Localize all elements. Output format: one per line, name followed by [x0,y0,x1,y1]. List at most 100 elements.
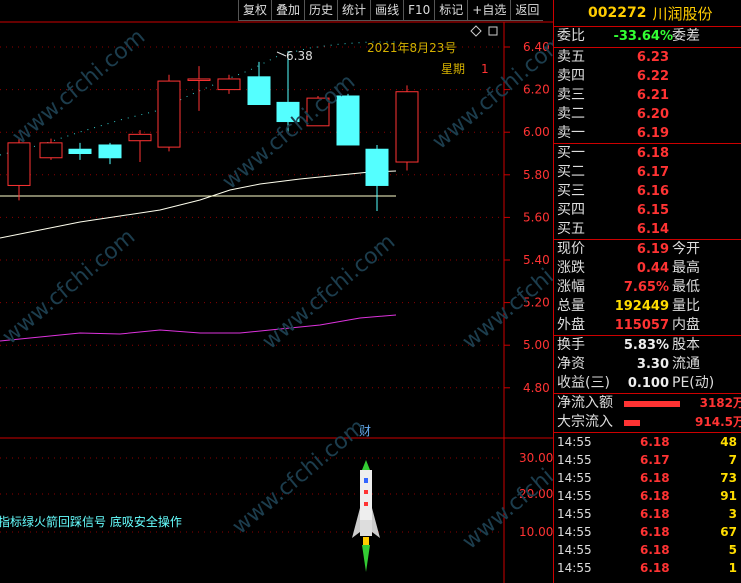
stat-1-label2: 最高 [672,260,700,276]
stat-1-label: 涨跌 [557,260,585,276]
tick-time: 14:55 [557,525,592,539]
price-tick-label: 5.60 [523,210,550,224]
rocket-icon [352,460,380,572]
fund-flow-bar [624,401,680,407]
tick-volume: 48 [720,435,737,449]
toolbar-button-6[interactable]: 标记 [434,0,468,21]
tick-volume: 7 [728,453,737,467]
toolbar-button-1[interactable]: 叠加 [271,0,305,21]
candle[interactable] [68,142,92,160]
fund-stat-0: 换手 5.83% 股本 [554,336,741,355]
svg-text:www.cfchi.com: www.cfchi.com [458,229,553,354]
stat-3-label: 总量 [557,298,585,314]
toolbar-button-0[interactable]: 复权 [238,0,272,21]
fund-stat-0-label: 换手 [557,337,585,353]
price-tick-label: 5.80 [523,168,550,182]
tick-volume: 73 [720,471,737,485]
fund-stat-1-value: 3.30 [636,357,669,372]
restore-icon[interactable] [488,26,498,36]
sell-level-4: 卖四 6.22 [554,67,741,86]
toolbar-button-8[interactable]: 返回 [510,0,544,21]
buy-level-5-value: 6.14 [636,222,669,237]
candle[interactable] [217,74,241,94]
tick-volume: 91 [720,489,737,503]
stock-header[interactable]: 002272 川润股份 [554,0,741,27]
stat-4-value: 115057 [614,318,669,333]
fund-stat-2-value: 0.100 [627,376,669,391]
kline-chart[interactable]: 6.406.206.005.805.605.405.205.004.80 6.3… [0,0,553,583]
toolbar-button-4[interactable]: 画线 [370,0,404,21]
fundamental-stats: 换手 5.83% 股本 净资 3.30 流通 收益(三) 0.100 PE(动) [554,336,741,394]
stat-4-label: 外盘 [557,317,585,333]
tick-row: 14:55 6.17 7 [554,451,741,469]
candle[interactable] [98,142,122,165]
candle[interactable] [39,138,63,160]
fund-stat-0-value: 5.83% [623,338,669,353]
sell-level-1: 卖一 6.19 [554,124,741,143]
tick-volume: 1 [728,561,737,575]
price-tick-label: 5.00 [523,338,550,352]
svg-text:www.cfchi.com: www.cfchi.com [228,414,370,539]
buy-level-3-value: 6.16 [636,184,669,199]
buy-level-1: 买一 6.18 [554,144,741,163]
tick-time: 14:55 [557,471,592,485]
tick-price: 6.18 [640,525,670,539]
sell-orders: 卖五 6.23 卖四 6.22 卖三 6.21 卖二 6.20 卖一 6.19 [554,48,741,144]
buy-level-2: 买二 6.17 [554,163,741,182]
tick-time: 14:55 [557,507,592,521]
stat-0: 现价 6.19 今开 [554,240,741,259]
stat-0-label: 现价 [557,241,585,257]
fund-flow-value: 3182万 [699,396,741,410]
fund-flow-1: 大宗流入 914.5万 [554,413,741,432]
sell-level-4-value: 6.22 [636,69,669,84]
tick-price: 6.18 [640,561,670,575]
toolbar-button-3[interactable]: 统计 [337,0,371,21]
fund-flow-value: 914.5万 [695,415,741,429]
tick-list[interactable]: 14:55 6.18 48 14:55 6.17 7 14:55 6.18 73 14:55 6.1… [554,433,741,577]
ma-long-line [0,170,397,239]
tick-row: 14:55 6.18 5 [554,541,741,559]
stat-4-label2: 内盘 [672,317,700,333]
tick-row: 14:55 6.18 48 [554,433,741,451]
buy-level-2-value: 6.17 [636,165,669,180]
weibi-value: -33.64% [613,29,673,44]
toolbar-button-2[interactable]: 历史 [304,0,338,21]
price-axis-labels: 6.406.206.005.805.605.405.205.004.80 [523,40,550,395]
toolbar-button-5[interactable]: F10 [403,0,435,21]
candle[interactable] [157,74,181,152]
tick-time: 14:55 [557,435,592,449]
fund-stat-2-label: 收益(三) [557,375,610,391]
sell-level-2-label: 卖二 [557,106,585,122]
fund-flow-label: 大宗流入 [557,414,613,430]
tick-price: 6.18 [640,489,670,503]
diamond-icon[interactable] [470,25,482,37]
weekday-value: 1 [481,62,489,76]
buy-orders: 买一 6.18 买二 6.17 买三 6.16 买四 6.15 买五 6.14 [554,144,741,240]
buy-level-5: 买五 6.14 [554,220,741,239]
sell-level-4-label: 卖四 [557,68,585,84]
tick-price: 6.18 [640,507,670,521]
toolbar-button-7[interactable]: +自选 [467,0,511,21]
buy-level-4: 买四 6.15 [554,201,741,220]
tick-time: 14:55 [557,453,592,467]
buy-level-5-label: 买五 [557,221,585,237]
candle[interactable] [365,144,389,212]
candle[interactable] [128,130,152,163]
candle[interactable] [395,85,419,171]
fund-flow-bar [624,420,640,426]
stat-2-label: 涨幅 [557,279,585,295]
candle[interactable] [7,138,31,201]
fund-stat-2: 收益(三) 0.100 PE(动) [554,374,741,393]
tick-price: 6.17 [640,453,670,467]
sell-level-5: 卖五 6.23 [554,48,741,67]
weekday-label: 星期 [441,62,465,76]
sell-level-5-label: 卖五 [557,49,585,65]
stat-2: 涨幅 7.65% 最低 [554,278,741,297]
svg-text:www.cfchi.com: www.cfchi.com [8,24,150,149]
price-tick-label: 6.00 [523,125,550,139]
price-stats: 现价 6.19 今开 涨跌 0.44 最高 涨幅 7.65% 最低 总量 192449 量比 外盘 115… [554,240,741,336]
candlesticks[interactable] [7,51,419,212]
stock-code: 002272 [588,5,647,21]
candle[interactable] [247,61,271,106]
candle[interactable] [187,66,211,111]
